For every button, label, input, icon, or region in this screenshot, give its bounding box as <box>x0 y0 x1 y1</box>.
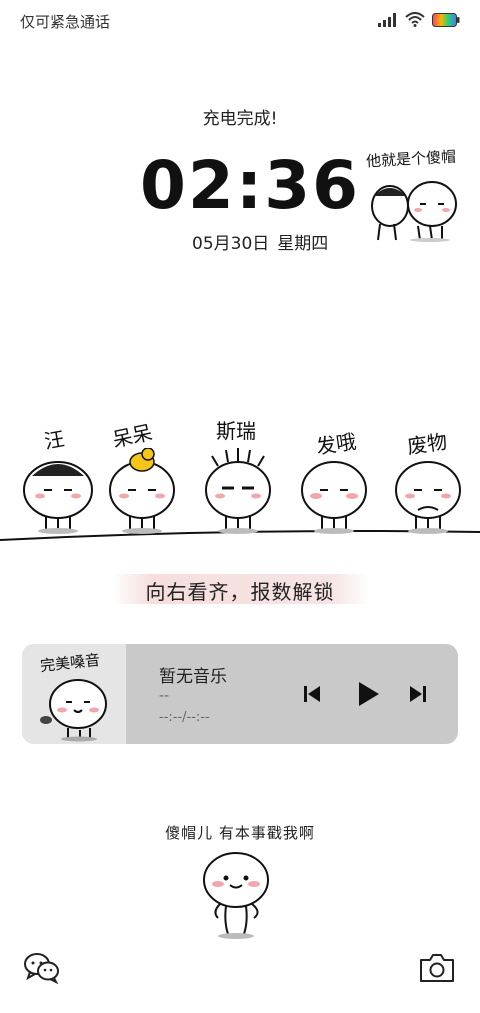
album-art: 完美嗓音 <box>22 644 126 744</box>
status-bar: 仅可紧急通话 <box>0 0 480 44</box>
bottom-character[interactable] <box>196 848 276 940</box>
character-fae <box>301 461 367 534</box>
character-daidai <box>109 448 175 534</box>
camera-icon[interactable] <box>418 952 456 984</box>
top-sticker <box>371 181 457 242</box>
battery-icon <box>432 12 460 27</box>
signal-icon <box>378 12 396 27</box>
carrier-text: 仅可紧急通话 <box>20 13 111 31</box>
bottom-caption: 傻帽儿 有本事戳我啊 <box>165 824 315 842</box>
track-time: --:--/--:-- <box>159 710 210 725</box>
charge-status: 充电完成! <box>202 109 278 129</box>
character-label: 斯瑞 <box>216 419 256 443</box>
wifi-icon <box>405 12 425 27</box>
track-title: 暂无音乐 <box>159 667 227 687</box>
character-feiwu <box>395 461 461 534</box>
weekday-text: 星期四 <box>277 234 329 254</box>
status-icons <box>378 12 460 27</box>
characters-row <box>23 448 461 534</box>
album-art-character <box>40 679 107 742</box>
top-sticker-caption: 他就是个傻帽 <box>365 147 457 171</box>
play-icon[interactable] <box>357 681 381 707</box>
character-sirui <box>205 448 271 534</box>
date-text: 05月30日 <box>192 234 270 254</box>
previous-icon[interactable] <box>302 684 322 704</box>
date-line: 05月30日 星期四 <box>192 229 328 254</box>
wechat-icon[interactable] <box>24 952 60 984</box>
unlock-hint: 向右看齐，报数解锁 <box>145 580 335 604</box>
character-wang <box>23 461 93 534</box>
clock: 02:36 <box>140 147 361 224</box>
music-widget[interactable]: 完美嗓音 暂无音乐 -- --:--/--:-- <box>22 644 458 744</box>
track-artist: -- <box>159 688 170 704</box>
next-icon[interactable] <box>408 684 428 704</box>
